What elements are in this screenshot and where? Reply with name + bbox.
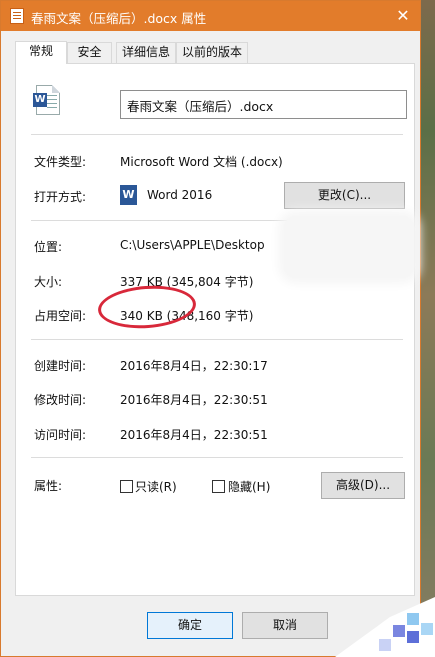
- ok-button[interactable]: 确定: [147, 612, 233, 639]
- advanced-button[interactable]: 高级(D)...: [321, 472, 405, 499]
- tab-previous-versions[interactable]: 以前的版本: [176, 42, 248, 63]
- general-tab-panel: W 春雨文案（压缩后）.docx 文件类型: Microsoft Word 文档…: [15, 63, 415, 596]
- window-title: 春雨文案（压缩后）.docx 属性: [31, 11, 207, 26]
- size-on-disk-label: 占用空间:: [34, 309, 87, 323]
- modified-label: 修改时间:: [34, 393, 87, 407]
- file-name-field[interactable]: 春雨文案（压缩后）.docx: [120, 90, 407, 119]
- hidden-label[interactable]: 隐藏(H): [228, 478, 270, 495]
- readonly-checkbox[interactable]: [120, 480, 133, 493]
- created-value: 2016年8月4日，22:30:17: [120, 359, 268, 373]
- divider: [31, 134, 403, 135]
- created-label: 创建时间:: [34, 359, 87, 373]
- redacted-patch: [284, 216, 414, 278]
- file-type-value: Microsoft Word 文档 (.docx): [120, 155, 283, 169]
- opens-with-label: 打开方式:: [34, 190, 87, 204]
- opens-with-value: Word 2016: [147, 188, 213, 202]
- properties-dialog: 春雨文案（压缩后）.docx 属性 ✕ 常规 安全 详细信息 以前的版本 W 春…: [0, 0, 421, 657]
- attributes-label: 属性:: [34, 479, 63, 493]
- divider: [31, 339, 403, 340]
- desktop-background-strip: [421, 0, 435, 657]
- modified-value: 2016年8月4日，22:30:51: [120, 393, 268, 407]
- tab-details[interactable]: 详细信息: [116, 42, 176, 63]
- tab-security[interactable]: 安全: [67, 42, 112, 63]
- change-button[interactable]: 更改(C)...: [284, 182, 405, 209]
- word-app-icon: W: [120, 185, 137, 205]
- readonly-label[interactable]: 只读(R): [135, 478, 177, 495]
- annotation-circle: [96, 282, 198, 332]
- accessed-value: 2016年8月4日，22:30:51: [120, 428, 268, 442]
- document-icon: [10, 8, 24, 24]
- location-value: C:\Users\APPLE\Desktop: [120, 238, 265, 252]
- location-label: 位置:: [34, 240, 63, 254]
- size-label: 大小:: [34, 275, 63, 289]
- close-icon[interactable]: ✕: [386, 1, 420, 31]
- word-badge: W: [33, 93, 47, 107]
- cancel-button[interactable]: 取消: [242, 612, 328, 639]
- hidden-checkbox[interactable]: [212, 480, 225, 493]
- tab-general[interactable]: 常规: [15, 41, 67, 64]
- word-document-icon: W: [33, 85, 60, 115]
- title-bar: 春雨文案（压缩后）.docx 属性 ✕: [1, 1, 420, 31]
- accessed-label: 访问时间:: [34, 428, 87, 442]
- file-type-label: 文件类型:: [34, 155, 87, 169]
- divider: [31, 457, 403, 458]
